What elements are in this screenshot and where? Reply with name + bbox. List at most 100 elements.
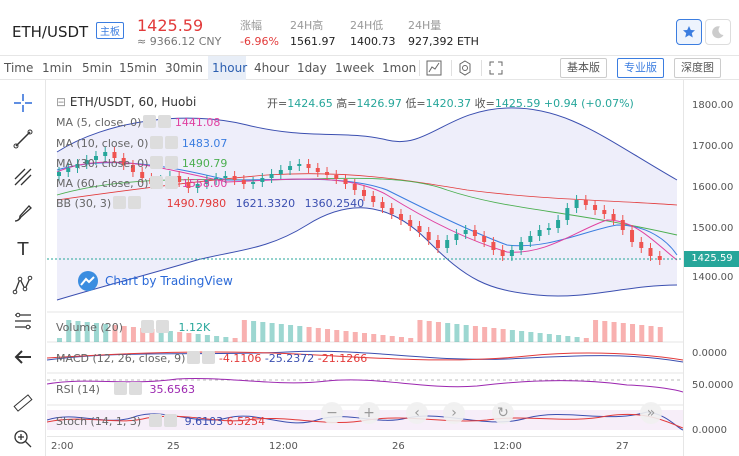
interval-time[interactable]: Time (4, 56, 33, 80)
chart-area[interactable]: ⊟ ETH/USDT, 60, Huobi 开=1424.65 高=1426.9… (47, 80, 739, 456)
low-label: 低= (405, 97, 426, 110)
scroll-right-button[interactable]: › (443, 402, 465, 424)
interval-15min[interactable]: 15min (119, 56, 157, 80)
market-header: ETH/USDT 主板 1425.59 ≈ 9366.12 CNY 涨幅 -6.… (0, 0, 739, 56)
close-icon[interactable] (156, 320, 169, 333)
price-scale[interactable]: 1800.00 1700.00 1600.00 1500.00 1425.59 … (683, 80, 739, 456)
indicator-button[interactable] (426, 56, 444, 80)
crosshair-tool[interactable] (10, 90, 36, 116)
macd-label: MACD (12, 26, close, 9) (56, 352, 186, 365)
candle-body (260, 178, 265, 182)
close-icon[interactable] (165, 136, 179, 149)
candle-body (232, 176, 237, 180)
close-icon[interactable] (164, 414, 178, 427)
interval-1day[interactable]: 1day (297, 56, 327, 80)
ohlc-readout: 开=1424.65 高=1426.97 低=1420.37 收=1425.59 … (267, 95, 634, 111)
divider (451, 60, 452, 76)
stat-change-label: 涨幅 (240, 19, 262, 32)
interval-5min[interactable]: 5min (82, 56, 112, 80)
volume-bar (371, 334, 377, 342)
gear-icon[interactable] (187, 351, 201, 364)
close-icon[interactable] (165, 176, 179, 189)
volume-bar (519, 331, 525, 342)
zoom-in-button[interactable]: + (358, 402, 380, 424)
reset-view-button[interactable]: ↻ (492, 402, 514, 424)
volume-bar (223, 337, 229, 342)
open-value: 1424.65 (287, 97, 333, 110)
interval-4hour[interactable]: 4hour (254, 56, 290, 80)
interval-1week[interactable]: 1week (335, 56, 375, 80)
ma60-legend: MA (60, close, 0) 1558.00 (56, 176, 227, 190)
brush-tool[interactable] (10, 200, 36, 226)
candle-body (583, 200, 588, 205)
trendline-tool[interactable] (10, 126, 36, 152)
view-basic-button[interactable]: 基本版 (560, 58, 607, 78)
fullscreen-button[interactable] (488, 56, 506, 80)
tradingview-logo-icon (78, 271, 98, 291)
pair-selector[interactable]: ETH/USDT 主板 (12, 22, 124, 41)
zoom-tool[interactable] (10, 426, 36, 452)
close-icon[interactable] (158, 115, 172, 128)
view-depth-button[interactable]: 深度图 (674, 58, 721, 78)
minus-icon: − (326, 405, 338, 421)
chart-line-icon (426, 60, 442, 76)
candle-body (251, 182, 256, 184)
settings-button[interactable] (457, 56, 475, 80)
volume-bar (214, 336, 220, 342)
ma30-legend: MA (30, close, 0) 1490.79 (56, 156, 227, 170)
favorite-button[interactable] (676, 19, 702, 45)
interval-30min[interactable]: 30min (165, 56, 203, 80)
zoom-out-button[interactable]: − (321, 402, 343, 424)
bb-basis-value: 1490.7980 (166, 197, 227, 210)
tradingview-watermark[interactable]: Chart by TradingView (77, 270, 233, 292)
pair-name: ETH/USDT (12, 23, 89, 41)
ruler-tool[interactable] (10, 390, 36, 416)
volume-bar (537, 333, 543, 342)
stoch-k-value: 9.6103 (184, 415, 224, 428)
volume-legend: Volume (20) 1.12K (56, 320, 210, 334)
gear-icon[interactable] (149, 414, 163, 427)
volume-bar (500, 329, 506, 342)
crosshair-icon (14, 94, 32, 112)
interval-1hour[interactable]: 1hour (208, 56, 247, 80)
gear-icon[interactable] (113, 196, 127, 209)
gear-icon[interactable] (150, 156, 164, 169)
interval-1mon[interactable]: 1mon (382, 56, 416, 80)
gear-icon[interactable] (150, 136, 164, 149)
chart-title: ⊟ ETH/USDT, 60, Huobi (56, 95, 196, 109)
pattern-tool[interactable] (10, 272, 36, 298)
chevron-left-icon: ‹ (414, 405, 420, 421)
volume-bar (241, 320, 247, 342)
back-tool[interactable] (10, 344, 36, 370)
collapse-icon[interactable]: ⊟ (56, 95, 66, 109)
theme-toggle-button[interactable] (705, 19, 731, 45)
gear-icon[interactable] (141, 320, 154, 333)
close-icon[interactable] (128, 196, 142, 209)
fib-tool[interactable] (10, 308, 36, 334)
macd-tick: 0.0000 (692, 348, 727, 359)
time-axis[interactable]: 2:00 25 12:00 26 12:00 27 (47, 436, 683, 456)
go-to-latest-button[interactable]: » (640, 402, 662, 424)
close-icon[interactable] (202, 351, 216, 364)
text-tool[interactable]: T (10, 236, 36, 262)
candle-body (556, 220, 561, 228)
view-pro-button[interactable]: 专业版 (617, 58, 664, 78)
close-icon[interactable] (128, 382, 142, 395)
volume-bar (602, 321, 608, 342)
candle-body (389, 208, 394, 214)
board-badge: 主板 (95, 22, 124, 39)
price-tick: 1800.00 (692, 100, 734, 111)
candle-body (574, 200, 579, 208)
pitchfork-tool[interactable] (10, 164, 36, 190)
volume-bar (593, 320, 599, 342)
gear-icon[interactable] (113, 382, 127, 395)
interval-1min[interactable]: 1min (42, 56, 72, 80)
price-tick: 1500.00 (692, 223, 734, 234)
close-icon[interactable] (165, 156, 179, 169)
candle-body (325, 172, 330, 175)
scroll-left-button[interactable]: ‹ (406, 402, 428, 424)
gear-icon[interactable] (150, 176, 164, 189)
gear-icon[interactable] (143, 115, 157, 128)
volume-bar (251, 321, 257, 342)
candle-body (269, 174, 274, 178)
